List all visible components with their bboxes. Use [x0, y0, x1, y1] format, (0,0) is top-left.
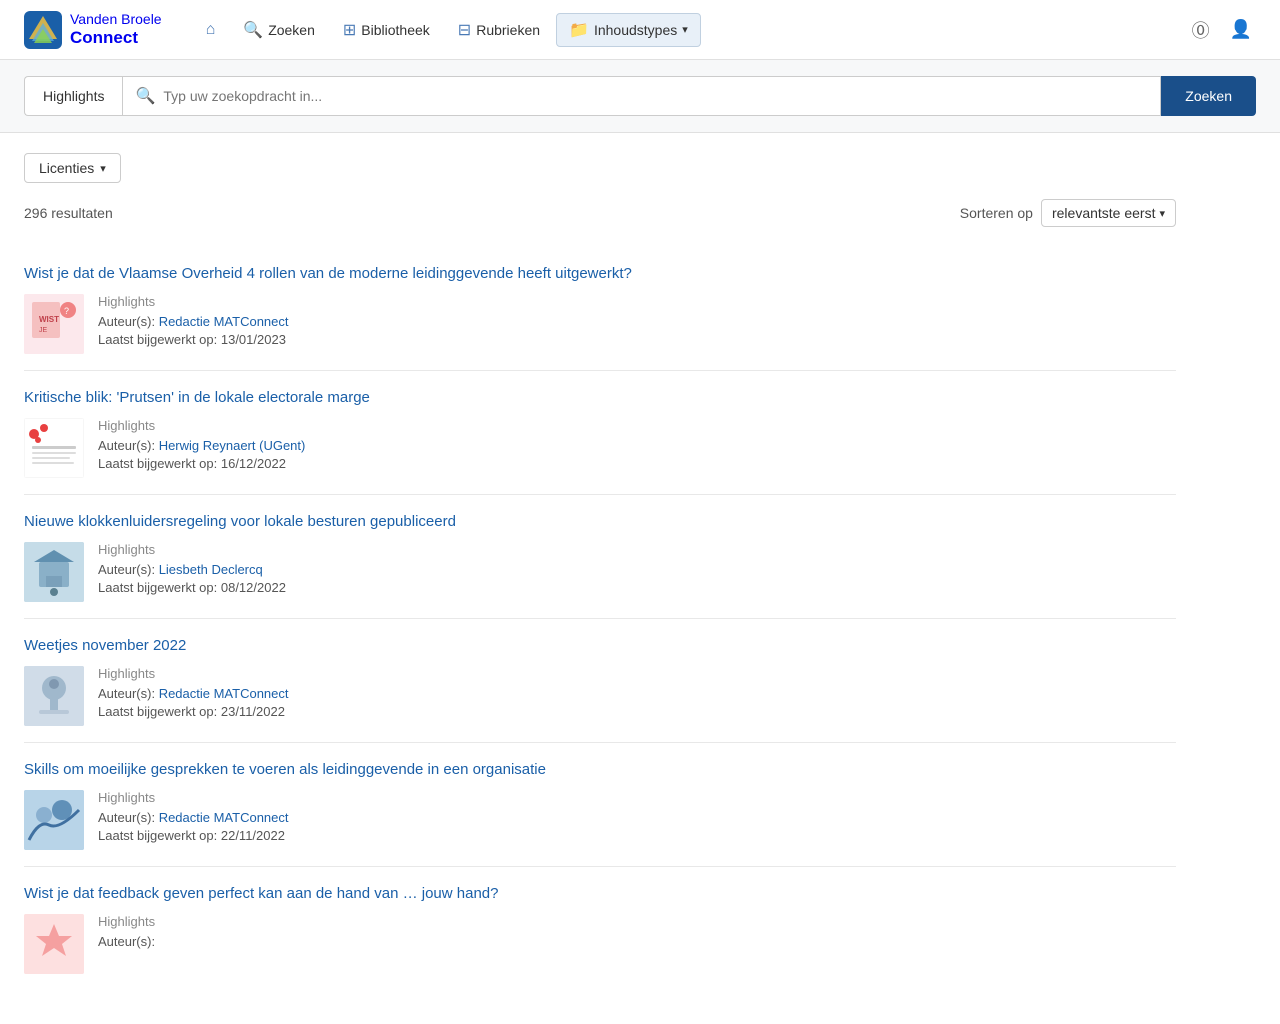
- result-body-1: Highlights Auteur(s): Herwig Reynaert (U…: [24, 418, 1176, 478]
- result-body-3: Highlights Auteur(s): Redactie MATConnec…: [24, 666, 1176, 726]
- nav-rubrics-label: Rubrieken: [476, 22, 540, 38]
- result-type-2: Highlights: [98, 542, 286, 557]
- main-content: Licenties ▾ 296 resultaten Sorteren op r…: [0, 133, 1200, 1010]
- result-body-4: Highlights Auteur(s): Redactie MATConnec…: [24, 790, 1176, 850]
- result-thumb-0: WIST JE?: [24, 294, 84, 354]
- filter-chevron-icon: ▾: [100, 162, 106, 175]
- help-button[interactable]: ⓪: [1188, 13, 1214, 47]
- nav-rubrics[interactable]: ⊟ Rubrieken: [446, 14, 552, 46]
- result-body-5: Highlights Auteur(s):: [24, 914, 1176, 974]
- nav-library[interactable]: ⊞ Bibliotheek: [331, 14, 442, 46]
- results-bar: 296 resultaten Sorteren op relevantste e…: [24, 199, 1176, 227]
- results-list: Wist je dat de Vlaamse Overheid 4 rollen…: [24, 247, 1176, 990]
- result-item: Wist je dat de Vlaamse Overheid 4 rollen…: [24, 247, 1176, 371]
- highlights-tab[interactable]: Highlights: [24, 76, 122, 116]
- result-meta-1: Highlights Auteur(s): Herwig Reynaert (U…: [98, 418, 305, 471]
- result-meta-5: Highlights Auteur(s):: [98, 914, 155, 949]
- result-date-line-4: Laatst bijgewerkt op: 22/11/2022: [98, 828, 289, 843]
- result-type-5: Highlights: [98, 914, 155, 929]
- org-name: Vanden Broele: [70, 11, 162, 28]
- svg-text:WIST: WIST: [39, 315, 59, 324]
- nav-search-label: Zoeken: [268, 22, 315, 38]
- result-author-line-5: Auteur(s):: [98, 934, 155, 949]
- result-title-2[interactable]: Nieuwe klokkenluidersregeling voor lokal…: [24, 511, 1176, 532]
- search-button[interactable]: Zoeken: [1161, 76, 1256, 116]
- result-meta-4: Highlights Auteur(s): Redactie MATConnec…: [98, 790, 289, 843]
- result-type-3: Highlights: [98, 666, 289, 681]
- result-item: Kritische blik: 'Prutsen' in de lokale e…: [24, 371, 1176, 495]
- sort-chevron-icon: ▾: [1159, 207, 1165, 220]
- licences-label: Licenties: [39, 160, 94, 176]
- navbar: Vanden Broele Connect ⌂ 🔍 Zoeken ⊞ Bibli…: [0, 0, 1280, 60]
- result-author-line-0: Auteur(s): Redactie MATConnect: [98, 314, 289, 329]
- search-input-wrapper: 🔍: [122, 76, 1161, 116]
- result-thumb-1: [24, 418, 84, 478]
- sort-select[interactable]: relevantste eerst ▾: [1041, 199, 1176, 227]
- rubrics-icon: ⊟: [458, 20, 471, 40]
- sort-option: relevantste eerst: [1052, 205, 1156, 221]
- result-item: Nieuwe klokkenluidersregeling voor lokal…: [24, 495, 1176, 619]
- logo-icon: [24, 11, 62, 49]
- nav-search[interactable]: 🔍 Zoeken: [231, 14, 327, 46]
- nav-content-types-label: Inhoudstypes: [594, 22, 677, 38]
- svg-text:JE: JE: [39, 327, 48, 334]
- result-type-1: Highlights: [98, 418, 305, 433]
- folder-icon: 📁: [569, 20, 589, 40]
- result-thumb-4: [24, 790, 84, 850]
- result-author-line-3: Auteur(s): Redactie MATConnect: [98, 686, 289, 701]
- nav-items: ⌂ 🔍 Zoeken ⊞ Bibliotheek ⊟ Rubrieken 📁 I…: [194, 13, 1188, 47]
- nav-content-types[interactable]: 📁 Inhoudstypes ▾: [556, 13, 701, 47]
- result-meta-2: Highlights Auteur(s): Liesbeth Declercq …: [98, 542, 286, 595]
- nav-right: ⓪ 👤: [1188, 13, 1256, 47]
- chevron-down-icon: ▾: [682, 23, 688, 36]
- result-item: Weetjes november 2022 Highlights Auteur(…: [24, 619, 1176, 743]
- result-date-line-2: Laatst bijgewerkt op: 08/12/2022: [98, 580, 286, 595]
- filter-bar: Licenties ▾: [24, 153, 1176, 183]
- result-type-0: Highlights: [98, 294, 289, 309]
- result-date-line-3: Laatst bijgewerkt op: 23/11/2022: [98, 704, 289, 719]
- result-title-3[interactable]: Weetjes november 2022: [24, 635, 1176, 656]
- result-title-1[interactable]: Kritische blik: 'Prutsen' in de lokale e…: [24, 387, 1176, 408]
- nav-home[interactable]: ⌂: [194, 15, 228, 45]
- profile-icon: 👤: [1230, 19, 1252, 39]
- search-nav-icon: 🔍: [243, 20, 263, 40]
- sort-area: Sorteren op relevantste eerst ▾: [960, 199, 1176, 227]
- result-date-line-0: Laatst bijgewerkt op: 13/01/2023: [98, 332, 289, 347]
- nav-library-label: Bibliotheek: [361, 22, 430, 38]
- result-author-line-1: Auteur(s): Herwig Reynaert (UGent): [98, 438, 305, 453]
- result-thumb-3: [24, 666, 84, 726]
- logo-link[interactable]: Vanden Broele Connect: [24, 11, 162, 49]
- result-body-2: Highlights Auteur(s): Liesbeth Declercq …: [24, 542, 1176, 602]
- result-date-line-1: Laatst bijgewerkt op: 16/12/2022: [98, 456, 305, 471]
- search-input[interactable]: [163, 88, 1148, 104]
- result-title-5[interactable]: Wist je dat feedback geven perfect kan a…: [24, 883, 1176, 904]
- result-author-line-2: Auteur(s): Liesbeth Declercq: [98, 562, 286, 577]
- search-icon: 🔍: [135, 86, 155, 106]
- result-title-4[interactable]: Skills om moeilijke gesprekken te voeren…: [24, 759, 1176, 780]
- sort-label: Sorteren op: [960, 205, 1033, 221]
- result-body-0: WIST JE? Highlights Auteur(s): Redactie M…: [24, 294, 1176, 354]
- brand-name: Connect: [70, 28, 162, 48]
- home-icon: ⌂: [206, 21, 216, 39]
- result-author-line-4: Auteur(s): Redactie MATConnect: [98, 810, 289, 825]
- result-item: Wist je dat feedback geven perfect kan a…: [24, 867, 1176, 990]
- result-thumb-2: [24, 542, 84, 602]
- result-type-4: Highlights: [98, 790, 289, 805]
- library-icon: ⊞: [343, 20, 356, 40]
- result-title-0[interactable]: Wist je dat de Vlaamse Overheid 4 rollen…: [24, 263, 1176, 284]
- logo-text: Vanden Broele Connect: [70, 11, 162, 48]
- result-meta-0: Highlights Auteur(s): Redactie MATConnec…: [98, 294, 289, 347]
- result-item: Skills om moeilijke gesprekken te voeren…: [24, 743, 1176, 867]
- results-count: 296 resultaten: [24, 205, 113, 221]
- search-bar-area: Highlights 🔍 Zoeken: [0, 60, 1280, 133]
- help-icon: ⓪: [1192, 21, 1210, 41]
- result-thumb-5: [24, 914, 84, 974]
- svg-text:?: ?: [64, 306, 69, 316]
- profile-button[interactable]: 👤: [1226, 15, 1256, 44]
- licences-filter[interactable]: Licenties ▾: [24, 153, 121, 183]
- result-meta-3: Highlights Auteur(s): Redactie MATConnec…: [98, 666, 289, 719]
